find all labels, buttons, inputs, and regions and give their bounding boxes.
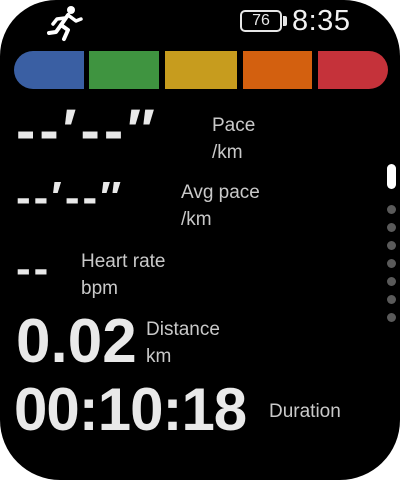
avg-pace-unit: /km (181, 209, 212, 230)
zone-5-segment (318, 51, 388, 89)
heart-rate-zone-bar (14, 51, 388, 89)
pace-label: Pace (212, 115, 256, 136)
zone-1-segment (14, 51, 84, 89)
page-indicator-dot (387, 259, 396, 268)
avg-pace-label: Avg pace (181, 182, 260, 203)
heart-rate-label: Heart rate (81, 251, 166, 272)
page-indicator-dot (387, 223, 396, 232)
page-indicator-dot (387, 205, 396, 214)
clock-time: 8:35 (292, 5, 351, 37)
pace-unit: /km (212, 142, 243, 163)
page-indicator-dot (387, 295, 396, 304)
running-person-icon (47, 6, 83, 41)
status-bar: 76 8:35 (0, 0, 400, 44)
watch-screen: 76 8:35 --′--″ Pace /km --′--″ Avg pace … (0, 0, 400, 480)
distance-unit: km (146, 346, 172, 367)
duration-value: 00:10:18 (14, 376, 247, 443)
duration-label: Duration (269, 401, 341, 422)
page-indicator-dot (387, 313, 396, 322)
zone-4-segment (243, 51, 312, 89)
zone-3-segment (165, 51, 237, 89)
heart-rate-value: -- (16, 244, 52, 293)
distance-label: Distance (146, 319, 220, 340)
zone-2-segment (89, 51, 159, 89)
battery-indicator: 76 (240, 10, 282, 32)
pace-value: --′--″ (16, 98, 159, 163)
distance-value: 0.02 (16, 307, 137, 376)
heart-rate-unit: bpm (81, 278, 118, 299)
page-indicator-dot (387, 277, 396, 286)
battery-level: 76 (252, 12, 270, 29)
battery-tip (283, 16, 287, 26)
avg-pace-value: --′--″ (16, 173, 125, 222)
page-indicator-current (387, 164, 396, 189)
page-indicator-dot (387, 241, 396, 250)
